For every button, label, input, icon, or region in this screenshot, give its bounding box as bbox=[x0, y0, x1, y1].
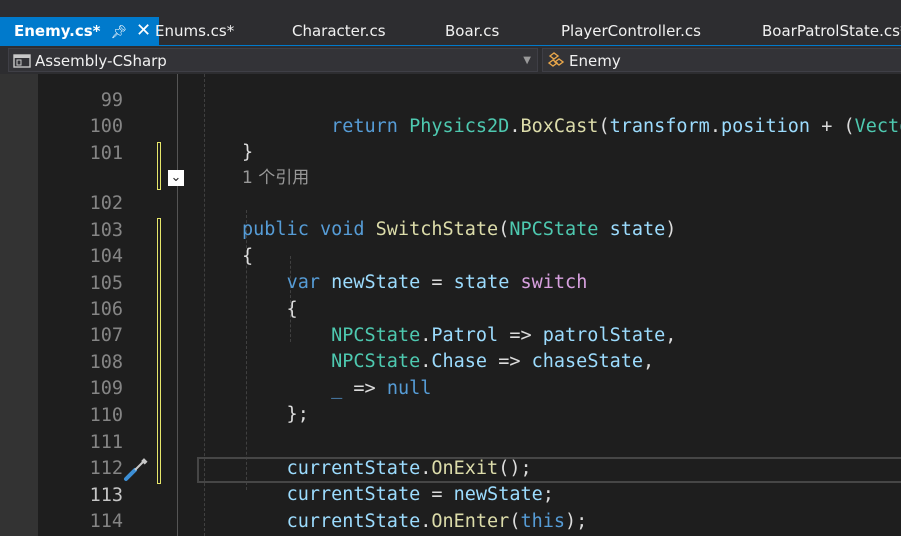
tab-enemy-cs[interactable]: Enemy.cs* 📌︎ ✕ bbox=[0, 17, 160, 45]
csharp-project-icon bbox=[13, 54, 31, 68]
pin-icon[interactable]: 📌︎ bbox=[111, 25, 128, 40]
class-dropdown[interactable]: Enemy bbox=[542, 48, 901, 72]
code-line: 100 } bbox=[0, 88, 901, 163]
code-editor[interactable]: 99 return Physics2D.BoxCast(transform.po… bbox=[0, 74, 901, 536]
tab-boarpatrolstate-cs[interactable]: BoarPatrolState.cs* bbox=[762, 18, 901, 44]
code-line: 103 { bbox=[0, 192, 901, 267]
class-name: Enemy bbox=[569, 52, 621, 70]
code-line: 111 currentState.OnExit(); bbox=[0, 404, 901, 479]
code-line: 104 var newState = state switch bbox=[0, 218, 901, 293]
collapse-icon[interactable]: ⌄ bbox=[168, 170, 184, 186]
project-dropdown[interactable]: Assembly-CSharp ▼ bbox=[8, 48, 538, 72]
tab-character-cs[interactable]: Character.cs bbox=[292, 18, 386, 44]
tab-enums-cs[interactable]: Enums.cs* bbox=[155, 18, 234, 44]
project-name: Assembly-CSharp bbox=[35, 52, 167, 70]
code-line: 107 NPCState.Chase => chaseState, bbox=[0, 297, 901, 372]
tab-label: PlayerController.cs bbox=[561, 22, 701, 40]
tab-label: Enemy.cs* bbox=[14, 22, 101, 40]
code-line: 112 currentState = newState; bbox=[0, 430, 901, 505]
tab-label: BoarPatrolState.cs* bbox=[762, 22, 901, 40]
code-line: 105 { bbox=[0, 245, 901, 320]
code-line: 102 public void SwitchState(NPCState sta… bbox=[0, 165, 901, 240]
tab-label: Enums.cs* bbox=[155, 22, 235, 40]
code-line: 110 bbox=[0, 377, 901, 426]
navigation-bar: Assembly-CSharp ▼ Enemy bbox=[0, 46, 901, 74]
document-tab-bar: Enemy.cs* 📌︎ ✕ Enums.cs* Character.cs Boar… bbox=[0, 0, 901, 46]
class-icon bbox=[547, 52, 565, 67]
code-lens-line: 1 个引用 bbox=[0, 139, 901, 188]
code-line: 114 } bbox=[0, 483, 901, 532]
code-line: 106 NPCState.Patrol => patrolState, bbox=[0, 271, 901, 346]
tab-label: Character.cs bbox=[292, 22, 386, 40]
code-line: 115 bbox=[0, 510, 901, 536]
quick-actions-screwdriver-icon[interactable] bbox=[122, 457, 150, 483]
chevron-down-icon: ▼ bbox=[523, 55, 531, 66]
code-line: 108 _ => null bbox=[0, 324, 901, 399]
tab-label: Boar.cs bbox=[445, 22, 500, 40]
code-line: 101 bbox=[0, 115, 901, 164]
code-line: 109 }; bbox=[0, 350, 901, 425]
code-line: 99 return Physics2D.BoxCast(transform.po… bbox=[0, 74, 901, 137]
tab-playercontroller-cs[interactable]: PlayerController.cs bbox=[561, 18, 701, 44]
tab-boar-cs[interactable]: Boar.cs bbox=[445, 18, 499, 44]
